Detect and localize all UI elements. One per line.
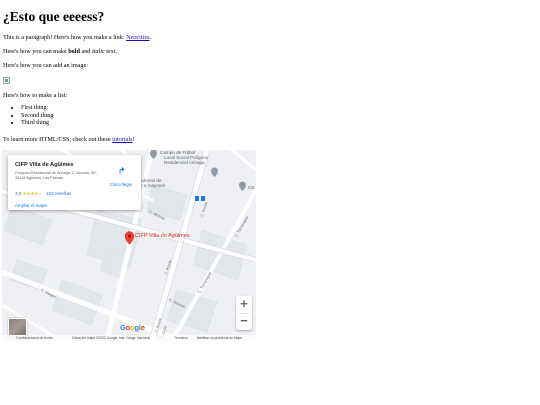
poi-label-line: Local Social Polígono [164,155,209,160]
directions-label: Cómo llegar [109,182,133,187]
paragraph-text: Here's how you can make [3,48,69,55]
place-title: CIFP Villa de Agüimes [15,162,74,168]
zoom-controls: + − [236,296,252,330]
poi-label-line: Residencial Arinaga [164,160,205,166]
paragraph-text: This is a paragraph! Here's how you make… [3,34,127,41]
pin-label: CIFP Villa de Agüimes [135,233,190,239]
place-info-card: CIFP Villa de Agüimes Polígono Residenci… [8,155,141,210]
embedded-map[interactable]: CIFP Villa de Agüimes Campo de Fútbol Lo… [2,150,256,341]
bold-text: bold [68,48,80,55]
broken-image-icon [3,77,10,84]
google-logo: Google [120,323,145,332]
report-problem-link[interactable]: Notificar un problema de Maps [197,335,242,341]
link-paragraph: This is a paragraph! Here's how you make… [3,34,151,41]
paragraph-text: To learn more HTML/CSS, check out these [3,136,113,143]
list-paragraph: Here's how to make a list: [3,92,68,99]
tutorials-link[interactable]: tutorials [112,136,132,143]
rating-value: 3,5 [15,191,22,196]
paragraph-text: ! [132,136,135,143]
paragraph-text: text. [104,48,118,55]
poi-label-line: n a mayores [140,183,166,189]
poi-label-right: CE [248,185,255,190]
paragraph-text: and [79,48,92,55]
neocities-link[interactable]: Neocities [126,34,149,41]
list-item: Third thing [21,119,53,127]
list-item: First thing [21,104,53,112]
keyboard-shortcuts-link[interactable]: Combinaciones de teclas [16,335,53,341]
paragraph-text: . [149,34,152,41]
terms-link[interactable]: Términos [174,335,188,341]
place-rating: 3,5 ★★★★☆ 102 reseñas [15,191,71,197]
poi-label-local: Local Social Polígono Residencial Arinag… [164,155,208,166]
tutorials-paragraph: To learn more HTML/CSS, check out these … [3,136,135,143]
poi-label-academia: ademia de n a mayores [140,178,165,189]
reviews-link[interactable]: 102 reseñas [46,191,71,196]
place-address: Polígono Residencial de Arinaga, C. Alco… [15,171,97,180]
rating-stars-icon: ★★★★☆ [22,191,42,196]
satellite-toggle-button[interactable] [8,318,27,336]
map-data-text: Datos del mapa ©2023 Google, Inst. Geogr… [72,336,150,340]
zoom-out-button[interactable]: − [236,313,252,329]
directions-icon [117,166,125,175]
poi-label-line: ademia de [140,178,162,183]
directions-button[interactable]: Cómo llegar [108,162,134,187]
image-paragraph: Here's how you can add an image: [3,62,88,69]
format-paragraph: Here's how you can make bold and italic … [3,48,117,55]
page-title: ¿Esto que eeeess? [3,9,105,24]
italic-text: italic [91,48,105,55]
zoom-in-button[interactable]: + [236,296,252,312]
map-footer: Combinaciones de teclas Datos del mapa ©… [2,335,256,341]
list-item: Second thing [21,112,53,120]
bullet-list: First thing Second thing Third thing [11,104,53,127]
enlarge-map-link[interactable]: Ampliar el mapa [15,203,47,208]
